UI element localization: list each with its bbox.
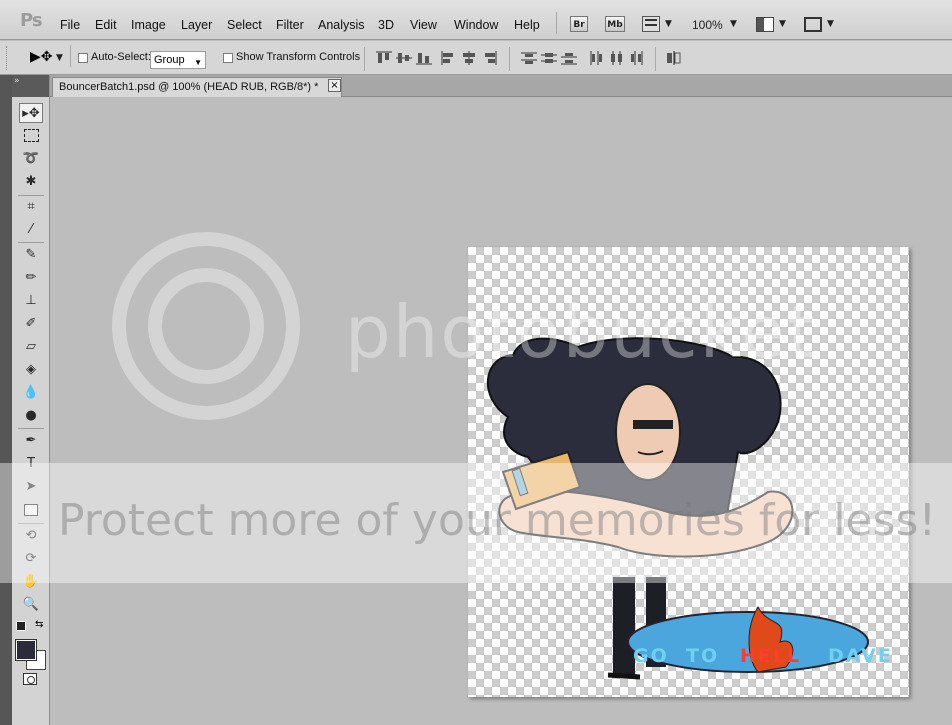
chevron-down-icon[interactable]: ▼ <box>779 19 786 29</box>
menu-file[interactable]: File <box>60 18 80 32</box>
logo-word-hell: HELL <box>740 645 802 667</box>
distribute-bottom-icon[interactable] <box>560 50 578 66</box>
distribute-horizontal-center-icon[interactable] <box>608 50 626 66</box>
align-vertical-center-icon[interactable] <box>395 50 413 66</box>
watermark-logo-ring <box>148 268 264 384</box>
marquee-tool-icon[interactable] <box>19 126 43 146</box>
menu-edit[interactable]: Edit <box>95 18 117 32</box>
options-separator <box>655 47 656 71</box>
history-brush-tool-icon[interactable]: ✐ <box>19 314 43 334</box>
menu-select[interactable]: Select <box>227 18 262 32</box>
move-tool-icon[interactable]: ▸✥ <box>19 103 43 123</box>
collapse-icon[interactable]: » <box>14 76 20 86</box>
app-logo: Ps <box>20 10 43 31</box>
clone-stamp-tool-icon[interactable]: ⊥ <box>19 291 43 311</box>
menu-filter[interactable]: Filter <box>276 18 304 32</box>
paint-bucket-tool-icon[interactable]: ◈ <box>19 360 43 380</box>
tools-panel-header[interactable]: » <box>12 75 49 97</box>
logo-word-dave: DAVE <box>828 645 893 667</box>
align-horizontal-center-icon[interactable] <box>460 50 478 66</box>
quick-mask-icon[interactable] <box>23 673 37 685</box>
screen-mode-icon[interactable] <box>804 17 822 32</box>
menu-image[interactable]: Image <box>131 18 166 32</box>
crop-tool-icon[interactable]: ⌗ <box>19 197 43 217</box>
eraser-tool-icon[interactable]: ▱ <box>19 337 43 357</box>
blur-tool-icon[interactable]: 💧 <box>19 383 43 403</box>
distribute-vertical-center-icon[interactable] <box>540 50 558 66</box>
logo-word-go: GO <box>633 645 669 667</box>
magic-wand-tool-icon[interactable]: ✱ <box>19 172 43 192</box>
bridge-button[interactable]: Br <box>570 16 588 32</box>
auto-select-label: Auto-Select: <box>91 51 151 63</box>
document-tab-title: BouncerBatch1.psd @ 100% (HEAD RUB, RGB/… <box>59 81 319 93</box>
show-transform-label: Show Transform Controls <box>236 51 361 63</box>
mini-bridge-button[interactable]: Mb <box>605 16 625 32</box>
swap-colors-icon[interactable]: ⇆ <box>35 619 43 630</box>
options-separator <box>364 47 365 71</box>
eyedropper-tool-icon[interactable]: ⁄ <box>19 220 43 240</box>
options-separator <box>509 47 510 71</box>
align-bottom-icon[interactable] <box>415 50 433 66</box>
align-top-icon[interactable] <box>375 50 393 66</box>
panel-dock-gutter <box>0 75 12 725</box>
dodge-tool-icon[interactable]: ● <box>19 406 43 426</box>
show-transform-checkbox[interactable] <box>223 53 233 63</box>
auto-select-value: Group <box>154 54 185 66</box>
view-extras-icon[interactable] <box>642 16 660 32</box>
watermark-banner-text: Protect more of your memories for less! <box>58 495 937 546</box>
options-separator <box>70 45 71 67</box>
chevron-down-icon: ▼ <box>194 58 202 67</box>
options-grip[interactable] <box>6 46 10 70</box>
align-right-icon[interactable] <box>480 50 498 66</box>
foreground-color-swatch[interactable] <box>15 639 37 661</box>
auto-select-dropdown[interactable]: Group ▼ <box>150 51 206 69</box>
align-left-icon[interactable] <box>440 50 458 66</box>
arrange-documents-icon[interactable] <box>756 17 774 32</box>
chevron-down-icon[interactable]: ▼ <box>827 19 834 29</box>
tool-separator <box>18 195 44 196</box>
distribute-right-icon[interactable] <box>628 50 646 66</box>
menu-separator <box>556 12 557 34</box>
close-icon[interactable]: × <box>328 79 341 92</box>
tool-separator <box>18 428 44 429</box>
zoom-tool-icon[interactable]: 🔍 <box>19 595 43 615</box>
chevron-down-icon[interactable]: ▼ <box>665 19 672 29</box>
brush-tool-icon[interactable]: ✏ <box>19 268 43 288</box>
document-tab-bar: BouncerBatch1.psd @ 100% (HEAD RUB, RGB/… <box>50 75 952 97</box>
chevron-down-icon[interactable]: ▼ <box>730 19 737 29</box>
menu-layer[interactable]: Layer <box>181 18 212 32</box>
tool-separator <box>18 242 44 243</box>
logo-word-to: TO <box>686 645 720 667</box>
distribute-top-icon[interactable] <box>520 50 538 66</box>
menu-analysis[interactable]: Analysis <box>318 18 365 32</box>
move-tool-preset-icon[interactable]: ▶✥ <box>30 49 53 65</box>
zoom-level[interactable]: 100% <box>692 18 723 32</box>
menu-view[interactable]: View <box>410 18 437 32</box>
menu-3d[interactable]: 3D <box>378 18 394 32</box>
watermark-brand: photobucket <box>345 290 818 374</box>
tools-panel: » ▸✥ ➰ ✱ ⌗ ⁄ ✎ ✏ ⊥ ✐ ▱ ◈ 💧 ● ✒ T ➤ ⟲ ⟳ ✋… <box>12 75 50 725</box>
menu-help[interactable]: Help <box>514 18 540 32</box>
distribute-left-icon[interactable] <box>588 50 606 66</box>
chevron-down-icon[interactable]: ▼ <box>56 53 63 63</box>
menu-window[interactable]: Window <box>454 18 498 32</box>
lasso-tool-icon[interactable]: ➰ <box>19 149 43 169</box>
healing-brush-tool-icon[interactable]: ✎ <box>19 245 43 265</box>
pen-tool-icon[interactable]: ✒ <box>19 431 43 451</box>
auto-select-checkbox[interactable] <box>78 53 88 63</box>
default-colors-icon[interactable] <box>16 621 26 631</box>
auto-align-layers-icon[interactable] <box>665 50 683 66</box>
menu-bar: Ps File Edit Image Layer Select Filter A… <box>0 0 952 40</box>
document-tab[interactable]: BouncerBatch1.psd @ 100% (HEAD RUB, RGB/… <box>52 77 342 97</box>
